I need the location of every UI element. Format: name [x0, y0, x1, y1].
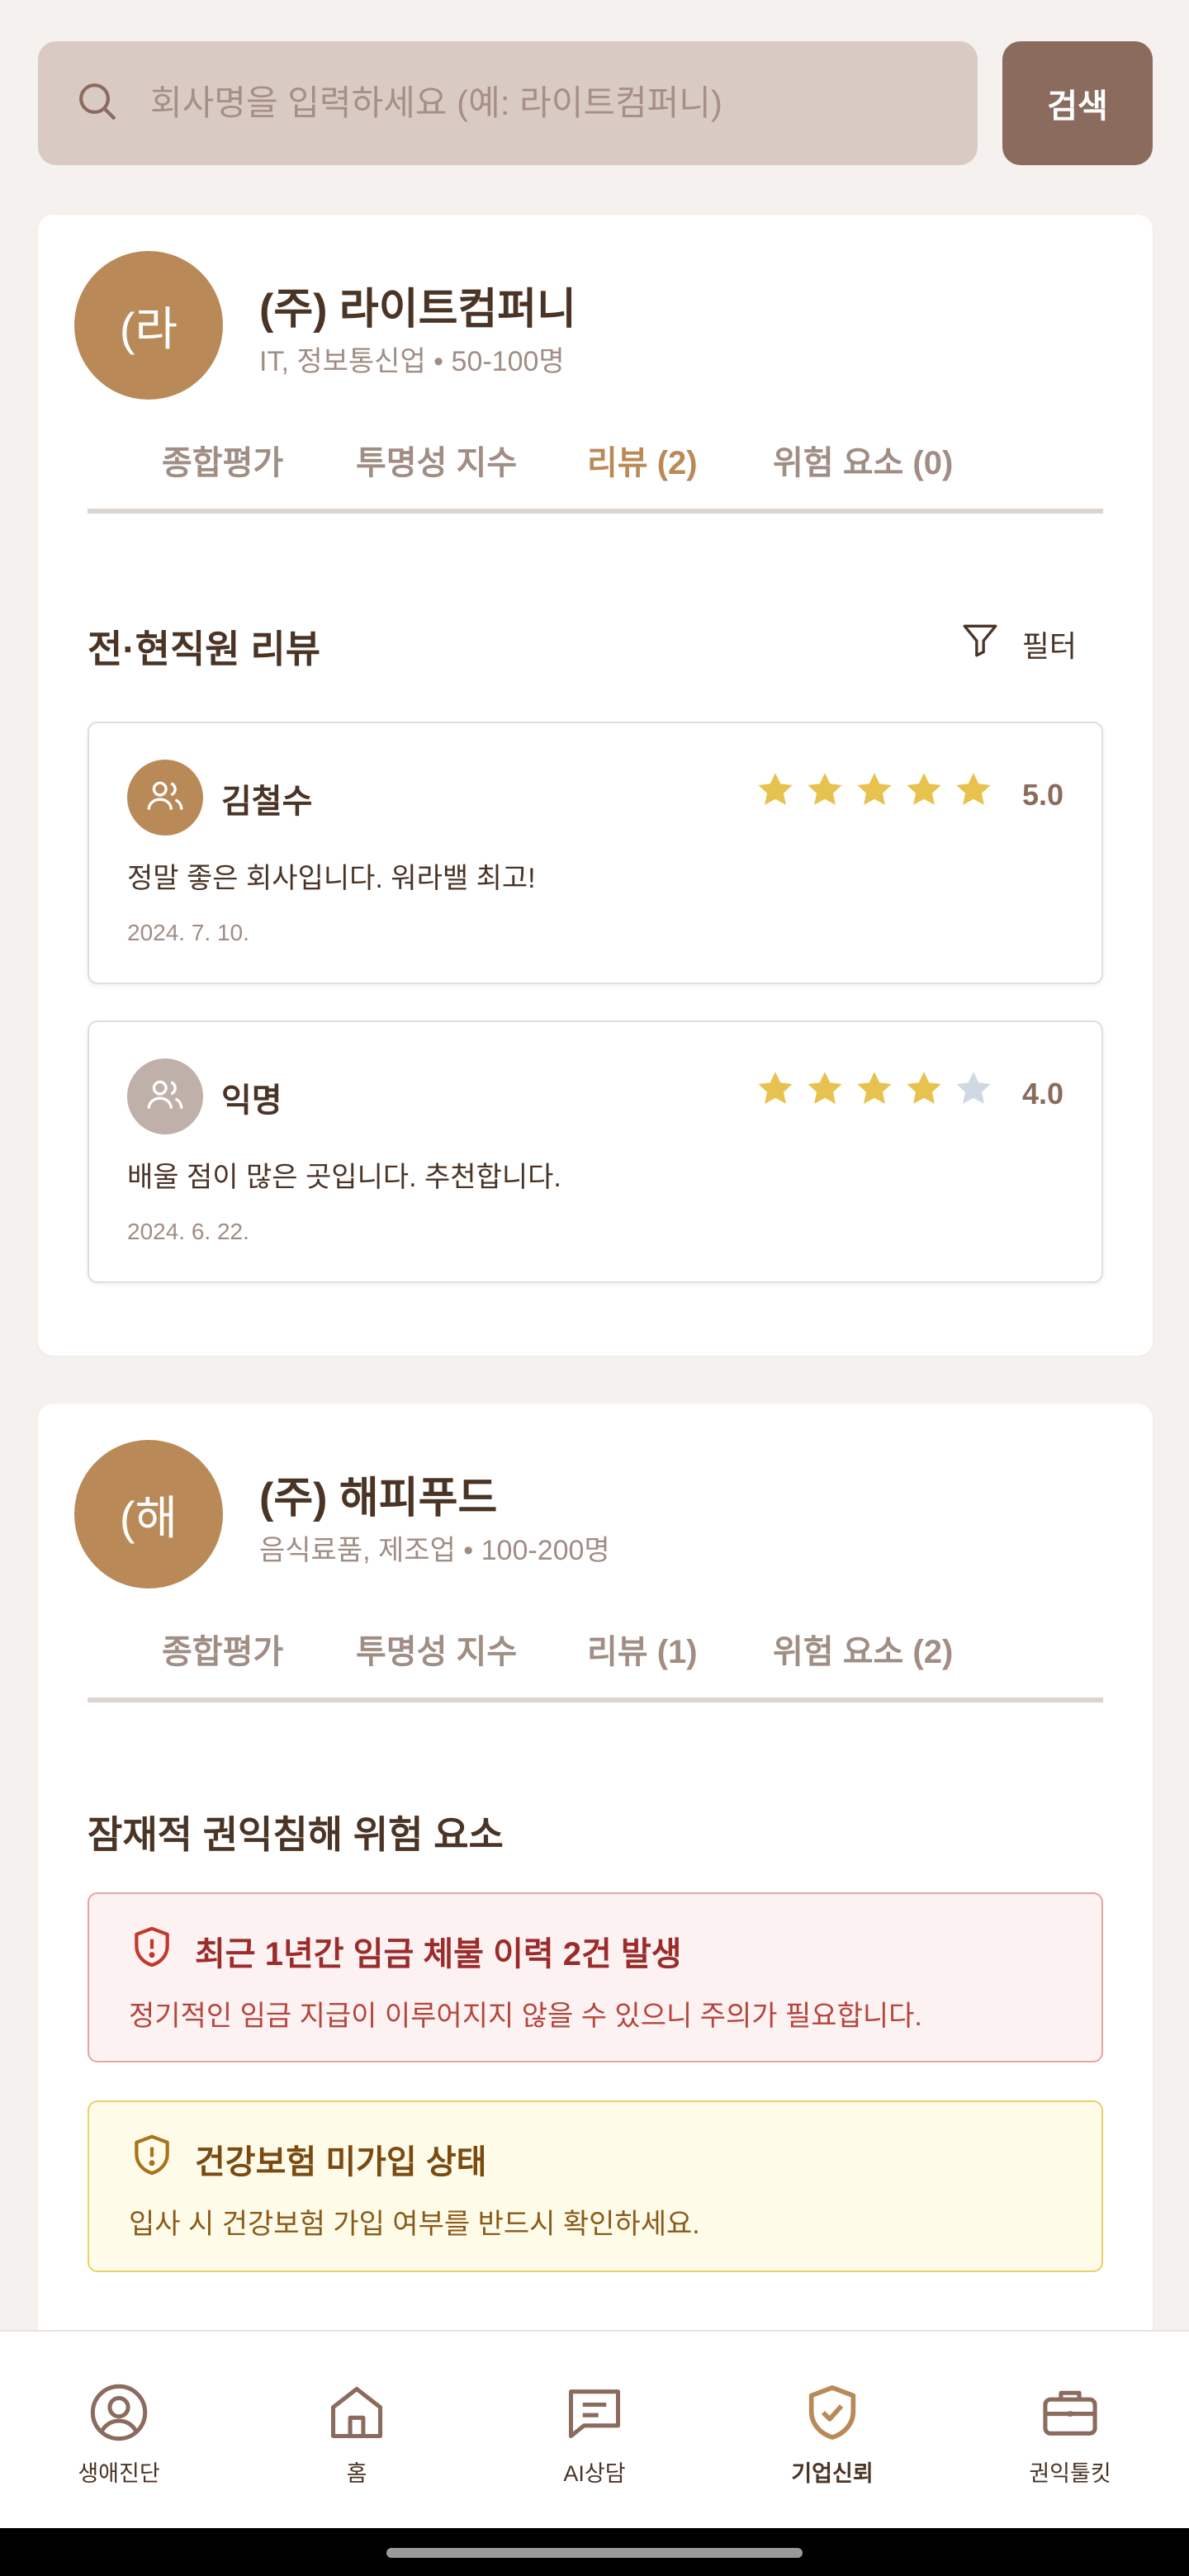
search-input[interactable] — [150, 83, 926, 123]
reviewer-name: 익명 — [221, 1082, 282, 1119]
filter-button[interactable]: 필터 — [959, 619, 1077, 668]
company-tabs: 종합평가 투명성 지수 리뷰 (2) 위험 요소 (0) — [88, 436, 1103, 514]
shield-alert-icon — [129, 2132, 175, 2182]
review-card: 익명 4.0 배울 점이 많은 곳입니다. 추천합니다. 2024. 6. 22… — [88, 1020, 1103, 1283]
risk-alert-high: 최근 1년간 임금 체불 이력 2건 발생 정기적인 임금 지급이 이루어지지 … — [88, 1892, 1103, 2062]
star-icon — [956, 773, 991, 805]
company-meta: IT, 정보통신업 • 50-100명 — [259, 346, 565, 377]
rating-stars — [755, 1068, 994, 1110]
filter-icon — [959, 619, 1001, 668]
search-field[interactable] — [38, 41, 978, 165]
review-card: 김철수 5.0 정말 좋은 회사입니다. 워라밸 최고! 2024. 7. 10… — [88, 722, 1103, 984]
tab-reviews[interactable]: 리뷰 (1) — [587, 1625, 698, 1673]
users-icon — [144, 775, 186, 821]
filter-label: 필터 — [1021, 628, 1077, 663]
star-icon — [857, 773, 892, 805]
shield-alert-icon — [129, 1924, 175, 1974]
tab-overall[interactable]: 종합평가 — [162, 436, 283, 484]
nav-label: 생애진단 — [78, 2461, 160, 2486]
nav-label: 권익툴킷 — [1029, 2461, 1111, 2486]
risk-title: 건강보험 미가입 상태 — [195, 2144, 487, 2181]
tab-risks[interactable]: 위험 요소 (0) — [773, 436, 953, 484]
rating-value: 4.0 — [1021, 1077, 1063, 1110]
review-date: 2024. 7. 10. — [127, 920, 249, 945]
user-circle-icon — [90, 2384, 148, 2441]
chat-icon — [568, 2389, 621, 2439]
star-icon — [758, 1072, 793, 1104]
star-icon — [857, 1072, 892, 1104]
briefcase-icon — [1043, 2390, 1097, 2436]
risk-description: 입사 시 건강보험 가입 여부를 반드시 확인하세요. — [129, 2209, 700, 2240]
company-avatar: (해 — [74, 1440, 223, 1589]
tab-reviews[interactable]: 리뷰 (2) — [587, 436, 698, 484]
company-tabs: 종합평가 투명성 지수 리뷰 (1) 위험 요소 (2) — [88, 1625, 1103, 1702]
shield-check-icon — [808, 2385, 856, 2440]
rating-stars — [755, 769, 994, 811]
reviewer-name: 김철수 — [221, 784, 313, 820]
system-navigation-bar — [0, 2528, 1189, 2576]
nav-item-life-diagnosis[interactable]: 생애진단 — [36, 2381, 201, 2488]
risk-alert-medium: 건강보험 미가입 상태 입사 시 건강보험 가입 여부를 반드시 확인하세요. — [88, 2100, 1103, 2272]
search-bar: 검색 — [38, 41, 1153, 165]
risk-description: 정기적인 임금 지급이 이루어지지 않을 수 있으니 주의가 필요합니다. — [129, 2001, 922, 2032]
search-icon — [74, 78, 121, 129]
nav-label: 홈 — [346, 2461, 367, 2486]
review-text: 배울 점이 많은 곳입니다. 추천합니다. — [127, 1162, 561, 1193]
reviewer-avatar — [127, 1058, 203, 1134]
nav-item-rights-toolkit[interactable]: 권익툴킷 — [988, 2381, 1153, 2488]
tab-risks[interactable]: 위험 요소 (2) — [773, 1625, 953, 1673]
rating-value: 5.0 — [1021, 778, 1063, 812]
nav-item-home[interactable]: 홈 — [274, 2381, 439, 2488]
tab-overall[interactable]: 종합평가 — [162, 1625, 283, 1673]
star-icon — [808, 1072, 842, 1104]
home-indicator[interactable] — [386, 2548, 803, 2558]
risk-title: 최근 1년간 임금 체불 이력 2건 발생 — [195, 1936, 682, 1972]
company-meta: 음식료품, 제조업 • 100-200명 — [259, 1535, 610, 1566]
search-button[interactable]: 검색 — [1002, 41, 1153, 165]
company-name: (주) 라이트컴퍼니 — [259, 286, 576, 334]
review-date: 2024. 6. 22. — [127, 1219, 249, 1244]
nav-label: 기업신뢰 — [791, 2461, 874, 2486]
nav-item-ai-chat[interactable]: AI상담 — [512, 2381, 677, 2488]
star-icon — [758, 773, 793, 805]
bottom-navigation: 생애진단 홈 AI상담 기업신뢰 권익툴킷 — [0, 2330, 1189, 2528]
nav-label: AI상담 — [563, 2461, 626, 2486]
home-icon — [330, 2386, 383, 2439]
review-text: 정말 좋은 회사입니다. 워라밸 최고! — [127, 863, 536, 894]
section-title: 잠재적 권익침해 위험 요소 — [88, 1813, 504, 1856]
star-empty-icon — [956, 1072, 991, 1104]
tab-transparency[interactable]: 투명성 지수 — [356, 1625, 517, 1673]
company-avatar: (라 — [74, 251, 223, 400]
section-title: 전·현직원 리뷰 — [88, 627, 321, 670]
reviewer-avatar — [127, 760, 203, 836]
star-icon — [808, 773, 842, 805]
company-card: (해 (주) 해피푸드 음식료품, 제조업 • 100-200명 종합평가 투명… — [38, 1404, 1153, 2394]
company-card: (라 (주) 라이트컴퍼니 IT, 정보통신업 • 50-100명 종합평가 투… — [38, 215, 1153, 1356]
tab-transparency[interactable]: 투명성 지수 — [356, 436, 517, 484]
users-icon — [144, 1074, 186, 1120]
company-name: (주) 해피푸드 — [259, 1475, 498, 1522]
nav-item-company-trust[interactable]: 기업신뢰 — [750, 2381, 915, 2488]
star-icon — [907, 1072, 941, 1104]
star-icon — [907, 773, 941, 805]
